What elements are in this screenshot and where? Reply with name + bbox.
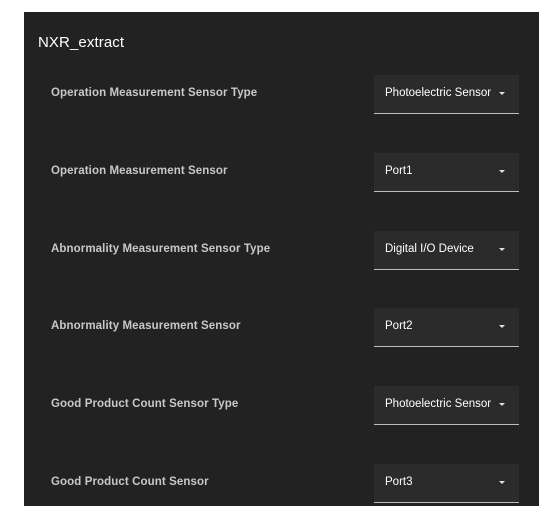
operation-sensor-type-select[interactable]: Photoelectric Sensor: [374, 75, 519, 114]
setting-label: Abnormality Measurement Sensor Type: [51, 243, 271, 255]
good-product-sensor-select[interactable]: Port3: [374, 464, 519, 503]
chevron-down-icon: [499, 170, 505, 173]
select-value: Port2: [385, 320, 413, 332]
chevron-down-icon: [499, 325, 505, 328]
chevron-down-icon: [499, 248, 505, 251]
select-value: Photoelectric Sensor: [385, 398, 492, 410]
chevron-down-icon: [499, 403, 505, 406]
chevron-down-icon: [499, 481, 505, 484]
setting-row-good-product-sensor: Good Product Count Sensor Port3: [24, 464, 539, 504]
good-product-sensor-type-select[interactable]: Photoelectric Sensor: [374, 386, 519, 425]
select-value: Photoelectric Sensor: [385, 87, 492, 99]
setting-row-operation-sensor-type: Operation Measurement Sensor Type Photoe…: [24, 75, 539, 115]
setting-row-good-product-sensor-type: Good Product Count Sensor Type Photoelec…: [24, 386, 539, 426]
panel-title: NXR_extract: [38, 34, 125, 51]
setting-row-abnormality-sensor-type: Abnormality Measurement Sensor Type Digi…: [24, 231, 539, 271]
select-value: Port1: [385, 165, 413, 177]
settings-panel: NXR_extract Operation Measurement Sensor…: [24, 12, 539, 506]
setting-label: Good Product Count Sensor Type: [51, 398, 239, 410]
select-value: Port3: [385, 476, 413, 488]
abnormality-sensor-type-select[interactable]: Digital I/O Device: [374, 231, 519, 270]
setting-label: Good Product Count Sensor: [51, 476, 209, 488]
abnormality-sensor-select[interactable]: Port2: [374, 308, 519, 347]
setting-row-abnormality-sensor: Abnormality Measurement Sensor Port2: [24, 308, 539, 348]
setting-label: Operation Measurement Sensor Type: [51, 87, 258, 99]
select-value: Digital I/O Device: [385, 243, 474, 255]
setting-label: Operation Measurement Sensor: [51, 165, 228, 177]
setting-label: Abnormality Measurement Sensor: [51, 320, 241, 332]
setting-row-operation-sensor: Operation Measurement Sensor Port1: [24, 153, 539, 193]
chevron-down-icon: [499, 92, 505, 95]
operation-sensor-select[interactable]: Port1: [374, 153, 519, 192]
